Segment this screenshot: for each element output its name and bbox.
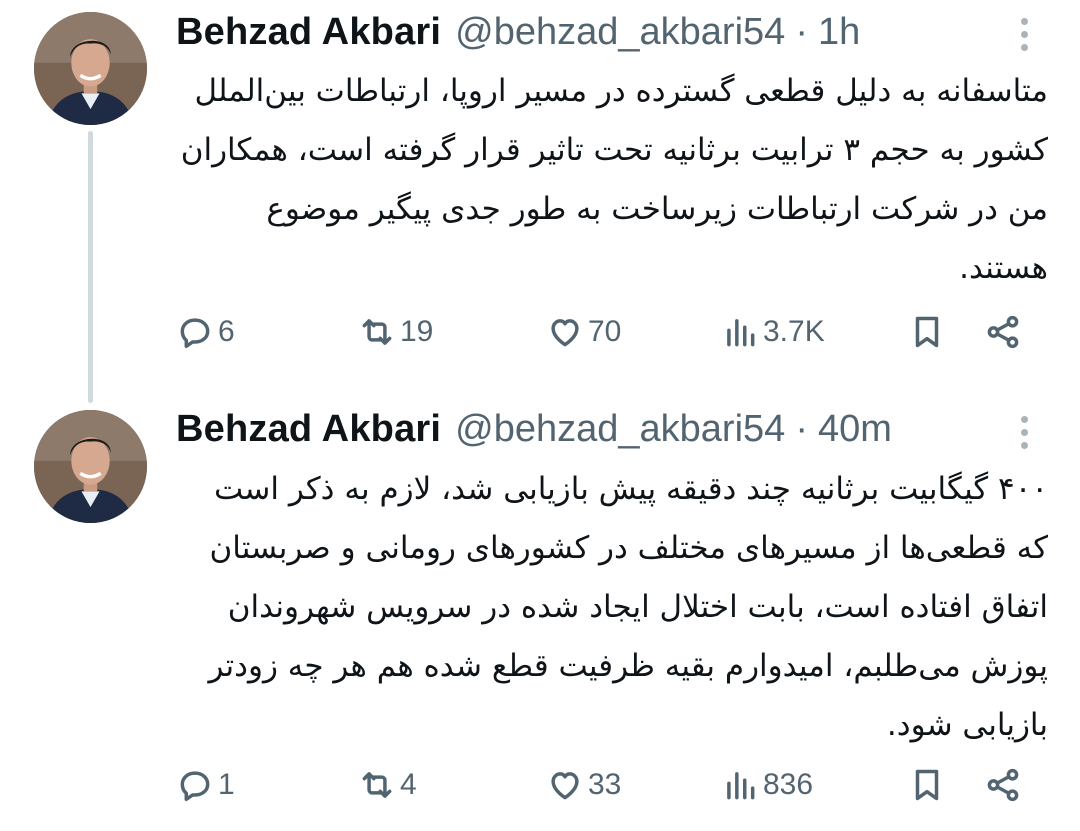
author-handle[interactable]: @behzad_akbari54 xyxy=(455,408,785,451)
tweet-header: Behzad Akbari @behzad_akbari54 · 1h xyxy=(176,9,930,55)
views-count: 836 xyxy=(763,768,814,801)
reply-button[interactable]: 1 xyxy=(176,762,235,808)
bookmark-icon xyxy=(915,316,939,348)
author-name[interactable]: Behzad Akbari xyxy=(176,408,441,451)
tweet[interactable]: Behzad Akbari @behzad_akbari54 · 1h متاس… xyxy=(0,0,1080,400)
tweet-actions: 1 4 33 836 xyxy=(176,762,1036,808)
reply-icon xyxy=(180,318,210,348)
timestamp[interactable]: 1h xyxy=(818,11,860,54)
reply-button[interactable]: 6 xyxy=(176,309,235,355)
separator-dot: · xyxy=(795,10,808,53)
share-button[interactable] xyxy=(984,309,1022,355)
author-handle[interactable]: @behzad_akbari54 xyxy=(455,11,785,54)
tweet-text: ۴۰۰ گیگابیت برثانیه چند دقیقه پیش بازیاب… xyxy=(208,471,1048,743)
tweet-text: متاسفانه به دلیل قطعی گسترده در مسیر ارو… xyxy=(180,73,1048,286)
share-icon xyxy=(987,768,1019,802)
reply-count: 1 xyxy=(218,768,235,801)
retweet-icon xyxy=(362,772,392,798)
avatar-image xyxy=(34,410,147,523)
retweet-button[interactable]: 4 xyxy=(358,762,417,808)
retweet-count: 4 xyxy=(400,768,417,801)
share-button[interactable] xyxy=(984,762,1022,808)
views-icon xyxy=(727,772,755,800)
author-name[interactable]: Behzad Akbari xyxy=(176,11,441,54)
views-count: 3.7K xyxy=(763,315,825,348)
like-count: 33 xyxy=(588,768,622,801)
bookmark-icon xyxy=(915,769,939,801)
reply-count: 6 xyxy=(218,315,235,348)
bookmark-button[interactable] xyxy=(908,762,946,808)
bookmark-button[interactable] xyxy=(908,309,946,355)
heart-icon xyxy=(551,772,579,800)
views-button[interactable]: 836 xyxy=(721,762,813,808)
reply-icon xyxy=(180,771,210,801)
more-vertical-icon[interactable] xyxy=(1010,14,1038,54)
avatar[interactable] xyxy=(34,410,147,523)
retweet-count: 19 xyxy=(400,315,434,348)
heart-icon xyxy=(551,319,579,347)
views-icon xyxy=(727,319,755,347)
retweet-icon xyxy=(362,319,392,345)
more-vertical-icon[interactable] xyxy=(1010,412,1038,452)
like-count: 70 xyxy=(588,315,622,348)
tweet-actions: 6 19 70 3.7K xyxy=(176,309,1036,355)
like-button[interactable]: 33 xyxy=(546,762,621,808)
like-button[interactable]: 70 xyxy=(546,309,621,355)
share-icon xyxy=(987,315,1019,349)
avatar-image xyxy=(34,12,147,125)
tweet-header: Behzad Akbari @behzad_akbari54 · 40m xyxy=(176,406,930,452)
separator-dot: · xyxy=(795,407,808,450)
retweet-button[interactable]: 19 xyxy=(358,309,433,355)
timestamp[interactable]: 40m xyxy=(818,408,892,451)
tweet[interactable]: Behzad Akbari @behzad_akbari54 · 40m ۴۰۰… xyxy=(0,400,1080,831)
views-button[interactable]: 3.7K xyxy=(721,309,825,355)
avatar[interactable] xyxy=(34,12,147,125)
